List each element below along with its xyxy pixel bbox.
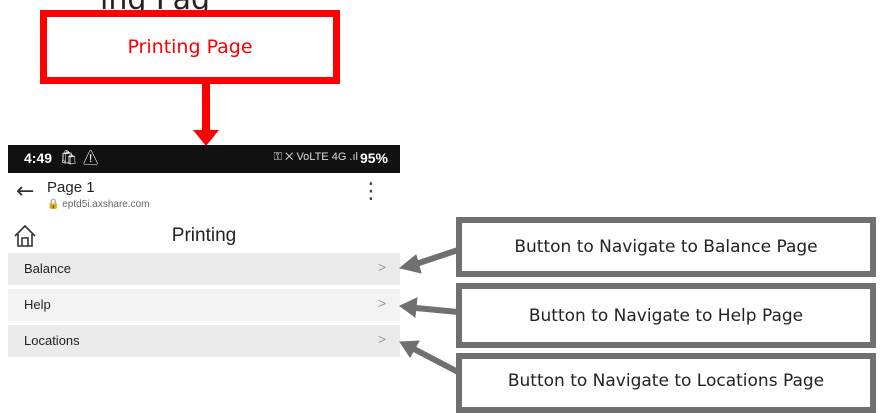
balance-arrow bbox=[398, 247, 459, 274]
help-arrow bbox=[399, 297, 459, 318]
balance-annotation: Button to Navigate to Balance Page bbox=[456, 217, 876, 277]
locations-annotation-text: Button to Navigate to Locations Page bbox=[507, 371, 825, 391]
locations-arrow bbox=[399, 340, 460, 375]
help-annotation-text: Button to Navigate to Help Page bbox=[528, 305, 804, 326]
balance-annotation-text: Button to Navigate to Balance Page bbox=[514, 237, 818, 257]
help-annotation: Button to Navigate to Help Page bbox=[456, 283, 876, 348]
locations-annotation: Button to Navigate to Locations Page bbox=[456, 353, 876, 413]
